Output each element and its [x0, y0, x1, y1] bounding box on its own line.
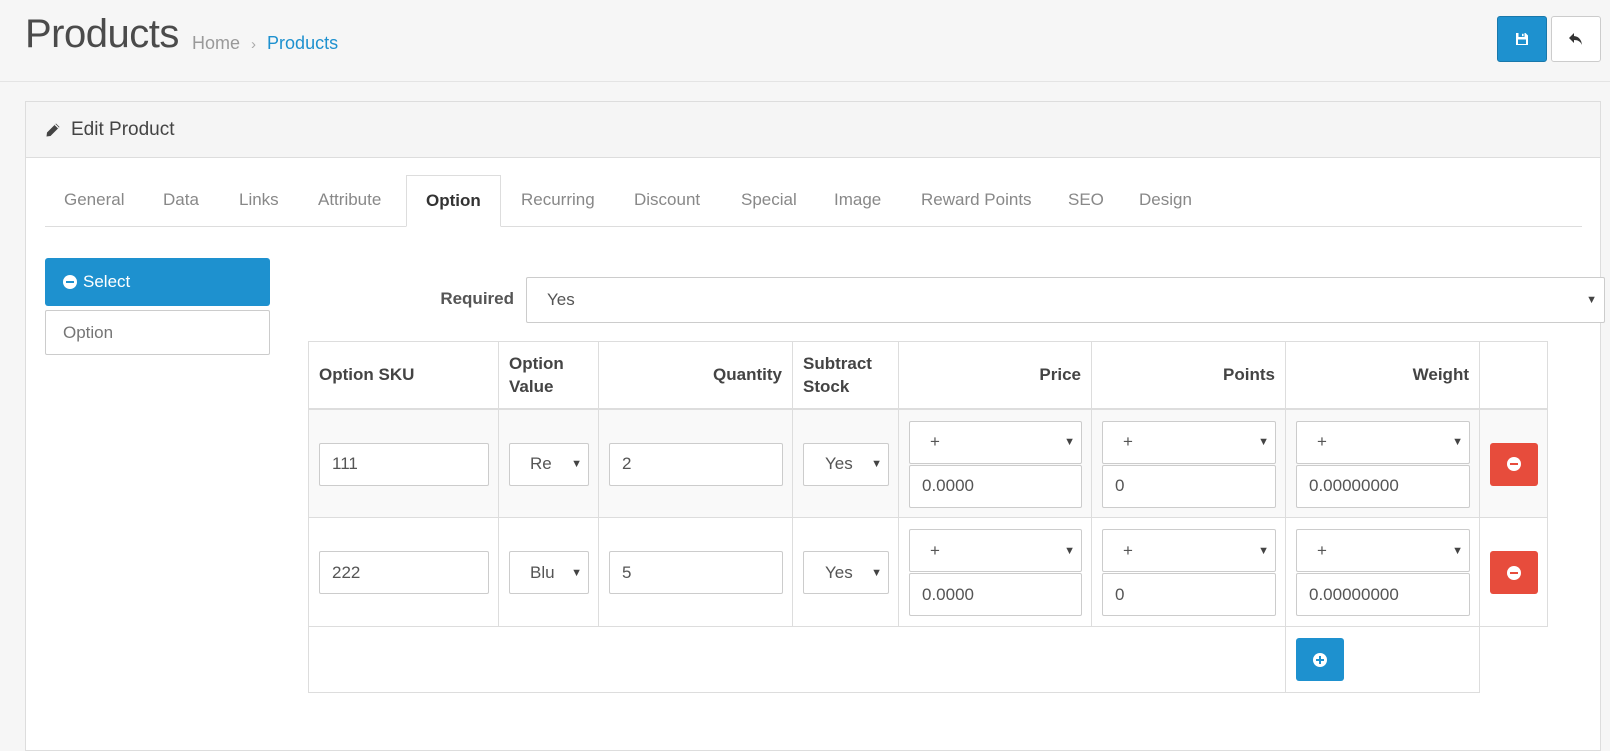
caret-down-icon: ▼	[1450, 544, 1463, 557]
header-weight: Weight	[1285, 341, 1480, 410]
breadcrumb-separator: ›	[251, 36, 257, 53]
points-prefix-text: +	[1123, 540, 1133, 560]
header-option-value: Option Value	[498, 341, 599, 410]
caret-down-icon: ▼	[869, 458, 882, 470]
tab-bar: General Data Links Attribute Option Recu…	[45, 175, 1582, 227]
price-prefix-text: +	[930, 432, 940, 451]
weight-input[interactable]: 0.00000000	[1296, 464, 1470, 508]
header-option-value-line1: Option	[509, 353, 564, 373]
tab-data[interactable]: Data	[163, 175, 199, 227]
header-option-sku: Option SKU	[308, 341, 499, 410]
points-input[interactable]: 0	[1102, 573, 1276, 616]
tab-option[interactable]: Option	[406, 175, 501, 227]
header-subtract-line1: Subtract	[803, 353, 872, 373]
breadcrumb: Home › Products	[192, 33, 338, 54]
points-input[interactable]: 0	[1102, 464, 1276, 508]
price-input[interactable]: 0.0000	[909, 573, 1082, 616]
option-value-text: Blu	[530, 562, 555, 582]
weight-prefix-text: +	[1317, 432, 1327, 451]
plus-circle-icon	[1313, 652, 1327, 667]
tab-recurring[interactable]: Recurring	[521, 175, 595, 227]
tab-general[interactable]: General	[64, 175, 124, 227]
footer-spacer	[308, 626, 1286, 693]
caret-down-icon: ▼	[1256, 436, 1269, 448]
option-sku-input[interactable]: 222	[319, 551, 489, 594]
caret-down-icon: ▼	[869, 566, 882, 579]
panel-title: Edit Product	[71, 118, 175, 140]
table-row: 111 Re ▼ 2 Yes ▼ + ▼ 0.0000 + ▼ 0 + ▼ 0.00000…	[308, 408, 1548, 518]
weight-input[interactable]: 0.00000000	[1296, 573, 1470, 616]
add-option-value-button[interactable]	[1296, 638, 1344, 681]
points-prefix-text: +	[1123, 432, 1133, 451]
subtract-stock-text: Yes	[825, 454, 853, 473]
header-points: Points	[1091, 341, 1286, 410]
caret-down-icon: ▼	[1256, 544, 1269, 557]
edit-product-panel: Edit Product General Data Links Attribut…	[25, 101, 1605, 751]
save-button[interactable]	[1497, 16, 1547, 62]
quantity-input[interactable]: 5	[609, 551, 783, 594]
tab-seo[interactable]: SEO	[1068, 175, 1104, 227]
option-value-text: Re	[530, 454, 552, 473]
panel-heading: Edit Product	[26, 102, 1600, 158]
tab-special[interactable]: Special	[741, 175, 797, 227]
reply-icon	[1569, 33, 1582, 45]
option-sku-input[interactable]: 111	[319, 442, 489, 486]
weight-prefix-select[interactable]: + ▼	[1296, 529, 1470, 572]
minus-circle-icon	[1507, 565, 1521, 580]
points-prefix-select[interactable]: + ▼	[1102, 529, 1276, 572]
header-subtract-line2: Stock	[803, 376, 850, 396]
header-quantity: Quantity	[598, 341, 793, 410]
header-subtract-stock: Subtract Stock	[792, 341, 899, 410]
tab-reward-points[interactable]: Reward Points	[921, 175, 1032, 227]
breadcrumb-products[interactable]: Products	[267, 33, 338, 53]
option-select-label: Select	[83, 272, 131, 291]
minus-circle-icon	[1507, 457, 1521, 471]
minus-circle-icon[interactable]	[63, 275, 77, 289]
option-values-table: Option SKU Option Value Quantity Subtrac…	[308, 341, 1548, 693]
subtract-stock-text: Yes	[825, 562, 853, 582]
floppy-disk-icon	[1516, 33, 1528, 45]
table-footer-row	[308, 626, 1548, 693]
page-title: Products	[25, 12, 179, 56]
back-button[interactable]	[1551, 16, 1601, 62]
price-prefix-text: +	[930, 540, 940, 560]
remove-option-value-button[interactable]	[1490, 551, 1538, 594]
caret-down-icon: ▼	[1062, 544, 1075, 557]
page-header: Products Home › Products	[0, 0, 1610, 82]
subtract-stock-select[interactable]: Yes ▼	[803, 551, 889, 594]
caret-down-icon: ▼	[569, 458, 582, 470]
caret-down-icon: ▼	[1062, 436, 1075, 448]
tab-discount[interactable]: Discount	[634, 175, 700, 227]
header-price: Price	[898, 341, 1092, 410]
price-input[interactable]: 0.0000	[909, 464, 1082, 508]
price-prefix-select[interactable]: + ▼	[909, 420, 1082, 464]
header-option-value-line2: Value	[509, 376, 554, 396]
caret-down-icon: ▼	[1586, 294, 1597, 306]
caret-down-icon: ▼	[1450, 436, 1463, 448]
tab-links[interactable]: Links	[239, 175, 279, 227]
required-label: Required	[440, 289, 514, 308]
option-value-select[interactable]: Re ▼	[509, 442, 589, 486]
option-value-select[interactable]: Blu ▼	[509, 551, 589, 594]
weight-prefix-text: +	[1317, 540, 1327, 560]
breadcrumb-home[interactable]: Home	[192, 33, 240, 53]
option-autocomplete-input[interactable]	[45, 310, 270, 355]
tab-design[interactable]: Design	[1139, 175, 1192, 227]
option-select-tab[interactable]: Select	[45, 258, 270, 306]
table-row: 222 Blu ▼ 5 Yes ▼ + ▼ 0.0000 + ▼ 0 + ▼ 0.0000…	[308, 517, 1548, 627]
caret-down-icon: ▼	[569, 566, 582, 579]
tab-image[interactable]: Image	[834, 175, 881, 227]
pencil-icon	[46, 123, 60, 136]
price-prefix-select[interactable]: + ▼	[909, 529, 1082, 572]
required-value: Yes	[547, 290, 575, 309]
remove-option-value-button[interactable]	[1490, 442, 1538, 486]
points-prefix-select[interactable]: + ▼	[1102, 420, 1276, 464]
tab-attribute[interactable]: Attribute	[318, 175, 381, 227]
required-select[interactable]: Yes ▼	[526, 277, 1605, 323]
header-actions	[1479, 341, 1548, 410]
subtract-stock-select[interactable]: Yes ▼	[803, 442, 889, 486]
weight-prefix-select[interactable]: + ▼	[1296, 420, 1470, 464]
quantity-input[interactable]: 2	[609, 442, 783, 486]
